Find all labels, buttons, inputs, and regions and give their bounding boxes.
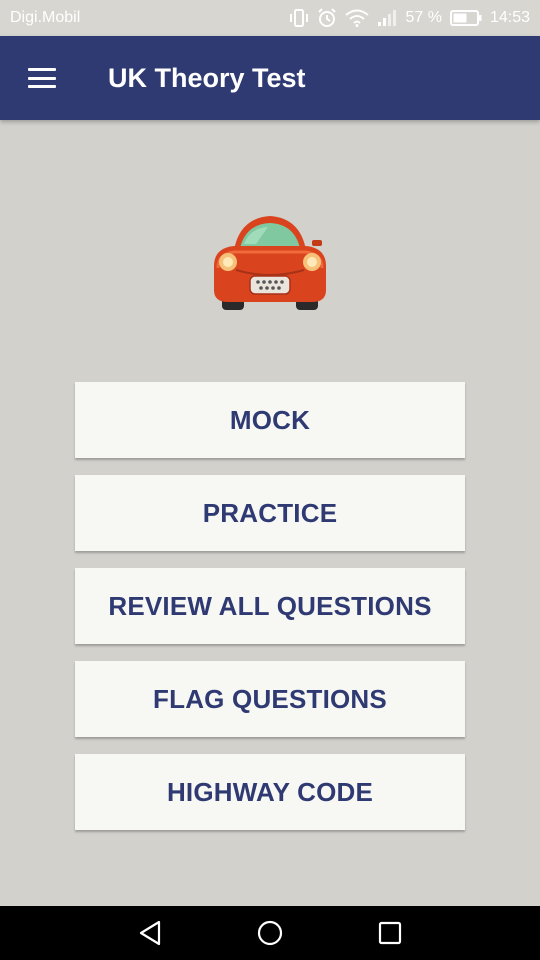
review-all-questions-button[interactable]: REVIEW ALL QUESTIONS bbox=[75, 568, 465, 644]
car-icon bbox=[206, 210, 334, 314]
back-icon[interactable] bbox=[135, 918, 165, 948]
practice-button[interactable]: PRACTICE bbox=[75, 475, 465, 551]
signal-icon bbox=[377, 9, 397, 27]
home-icon[interactable] bbox=[255, 918, 285, 948]
highway-code-button[interactable]: HIGHWAY CODE bbox=[75, 754, 465, 830]
status-icons: 57 % 14:53 bbox=[289, 8, 530, 28]
clock: 14:53 bbox=[489, 9, 530, 26]
hamburger-menu-icon[interactable] bbox=[0, 36, 84, 120]
battery-icon bbox=[449, 9, 482, 27]
recents-icon[interactable] bbox=[375, 918, 405, 948]
flag-questions-button[interactable]: FLAG QUESTIONS bbox=[75, 661, 465, 737]
app-bar: UK Theory Test bbox=[0, 36, 540, 120]
vibrate-icon bbox=[289, 9, 309, 27]
alarm-icon bbox=[317, 8, 337, 28]
main-menu: MOCK PRACTICE REVIEW ALL QUESTIONS FLAG … bbox=[75, 382, 465, 847]
navigation-bar bbox=[0, 906, 540, 960]
app-title: UK Theory Test bbox=[108, 62, 306, 93]
mock-button[interactable]: MOCK bbox=[75, 382, 465, 458]
wifi-icon bbox=[345, 9, 370, 27]
status-bar: Digi.Mobil 57 % 14:53 bbox=[0, 0, 540, 36]
carrier-name: Digi.Mobil bbox=[10, 9, 81, 26]
battery-percent: 57 % bbox=[405, 9, 442, 26]
